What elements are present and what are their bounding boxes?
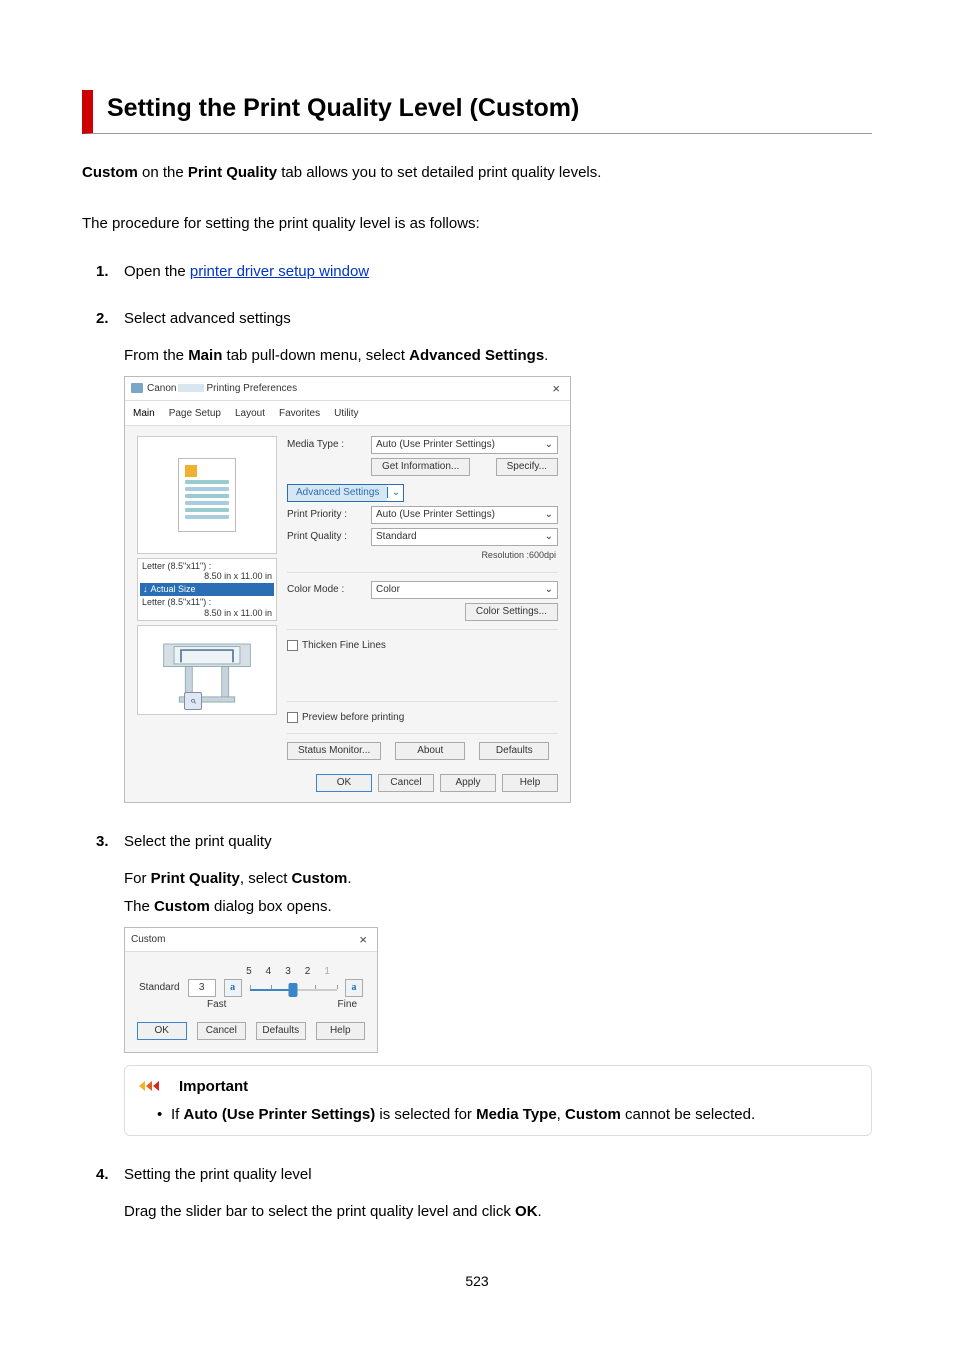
cancel-button[interactable]: Cancel [378,774,434,792]
custom-ok-button[interactable]: OK [137,1022,187,1040]
important-item: If Auto (Use Printer Settings) is select… [171,1103,857,1127]
print-quality-label: Print Quality : [287,531,365,542]
tab-main[interactable]: Main [131,405,157,425]
color-mode-select[interactable]: Color ⌄ [371,581,558,599]
document-preview [137,436,277,554]
chevron-down-icon: ⌄ [387,487,403,498]
magnifier-icon[interactable]: ⌕ [184,692,202,710]
step-4-head: Setting the print quality level [124,1166,872,1183]
custom-dialog-titlebar: Custom × [125,928,377,952]
dialog-tabs: Main Page Setup Layout Favorites Utility [125,401,570,426]
fast-label: Fast [207,999,226,1010]
step-3-detail-1: For Print Quality, select Custom. [124,868,872,891]
get-information-button[interactable]: Get Information... [371,458,470,476]
step-1-head: Open the printer driver setup window [124,263,872,280]
dialog-title: Printing Preferences [206,383,297,394]
important-note: Important If Auto (Use Printer Settings)… [124,1065,872,1136]
step-3-head: Select the print quality [124,833,872,850]
print-quality-select[interactable]: Standard ⌄ [371,528,558,546]
intro-paragraph-1: Custom on the Print Quality tab allows y… [82,162,872,185]
step-2: 2. Select advanced settings From the Mai… [82,310,872,803]
tab-utility[interactable]: Utility [332,405,360,425]
intro-paragraph-2: The procedure for setting the print qual… [82,213,872,236]
help-button[interactable]: Help [502,774,558,792]
paper-size-info: Letter (8.5"x11") : 8.50 in x 11.00 in A… [137,558,277,622]
color-settings-button[interactable]: Color Settings... [465,603,558,621]
page-number: 523 [82,1273,872,1289]
page-title-bar: Setting the Print Quality Level (Custom) [82,90,872,134]
apply-button[interactable]: Apply [440,774,496,792]
tab-favorites[interactable]: Favorites [277,405,322,425]
dialog-titlebar: Canon Printing Preferences × [125,377,570,401]
intro-strong-custom: Custom [82,164,138,181]
settings-mode-select[interactable]: Advanced Settings ⌄ [287,484,404,502]
print-priority-select[interactable]: Auto (Use Printer Settings) ⌄ [371,506,558,524]
printing-preferences-dialog: Canon Printing Preferences × Main Page S… [124,376,571,803]
step-4-number: 4. [96,1166,109,1183]
close-icon[interactable]: × [548,381,564,396]
tab-page-setup[interactable]: Page Setup [167,405,223,425]
quality-slider[interactable] [250,979,337,997]
preview-before-printing-checkbox[interactable] [287,712,298,723]
step-3-number: 3. [96,833,109,850]
preview-before-printing-label: Preview before printing [302,712,404,723]
custom-help-button[interactable]: Help [316,1022,366,1040]
defaults-button[interactable]: Defaults [479,742,549,760]
printer-illustration: ⌕ [137,625,277,715]
step-1: 1. Open the printer driver setup window [82,263,872,280]
step-1-number: 1. [96,263,109,280]
step-4: 4. Setting the print quality level Drag … [82,1166,872,1224]
custom-cancel-button[interactable]: Cancel [197,1022,247,1040]
ok-button[interactable]: OK [316,774,372,792]
dialog-brand: Canon [147,383,176,394]
about-button[interactable]: About [395,742,465,760]
intro-strong-print-quality: Print Quality [188,164,277,181]
step-3-detail-2: The Custom dialog box opens. [124,896,872,919]
custom-defaults-button[interactable]: Defaults [256,1022,306,1040]
step-2-detail: From the Main tab pull-down menu, select… [124,345,872,368]
step-4-detail: Drag the slider bar to select the print … [124,1201,872,1224]
tab-layout[interactable]: Layout [233,405,267,425]
standard-label: Standard [139,982,180,993]
thicken-fine-lines-checkbox[interactable] [287,640,298,651]
chevron-down-icon: ⌄ [545,584,553,595]
step-2-number: 2. [96,310,109,327]
status-monitor-button[interactable]: Status Monitor... [287,742,381,760]
important-label: Important [179,1078,248,1095]
printer-driver-setup-link[interactable]: printer driver setup window [190,263,369,280]
step-2-head: Select advanced settings [124,310,872,327]
dialog-model-blur [178,384,204,392]
chevron-down-icon: ⌄ [545,509,553,520]
print-priority-label: Print Priority : [287,509,365,520]
step-3: 3. Select the print quality For Print Qu… [82,833,872,1136]
media-type-select[interactable]: Auto (Use Printer Settings) ⌄ [371,436,558,454]
chevron-down-icon: ⌄ [545,531,553,542]
chevron-down-icon: ⌄ [545,439,553,450]
page-title: Setting the Print Quality Level (Custom) [107,94,872,123]
quality-scale-labels: 5 4 3 2 1 [139,966,363,977]
color-mode-label: Color Mode : [287,584,365,595]
thicken-fine-lines-label: Thicken Fine Lines [302,640,386,651]
media-type-label: Media Type : [287,439,365,450]
quality-value: 3 [188,979,216,997]
custom-dialog: Custom × 5 4 3 2 1 Standard 3 a [124,927,378,1053]
fast-quality-icon: a [224,979,242,997]
printer-icon [131,383,143,393]
close-icon[interactable]: × [355,932,371,947]
specify-button[interactable]: Specify... [496,458,558,476]
custom-dialog-title: Custom [131,934,165,945]
fine-label: Fine [338,999,357,1010]
resolution-text: Resolution :600dpi [287,550,558,560]
important-icon [139,1079,173,1093]
fine-quality-icon: a [345,979,363,997]
